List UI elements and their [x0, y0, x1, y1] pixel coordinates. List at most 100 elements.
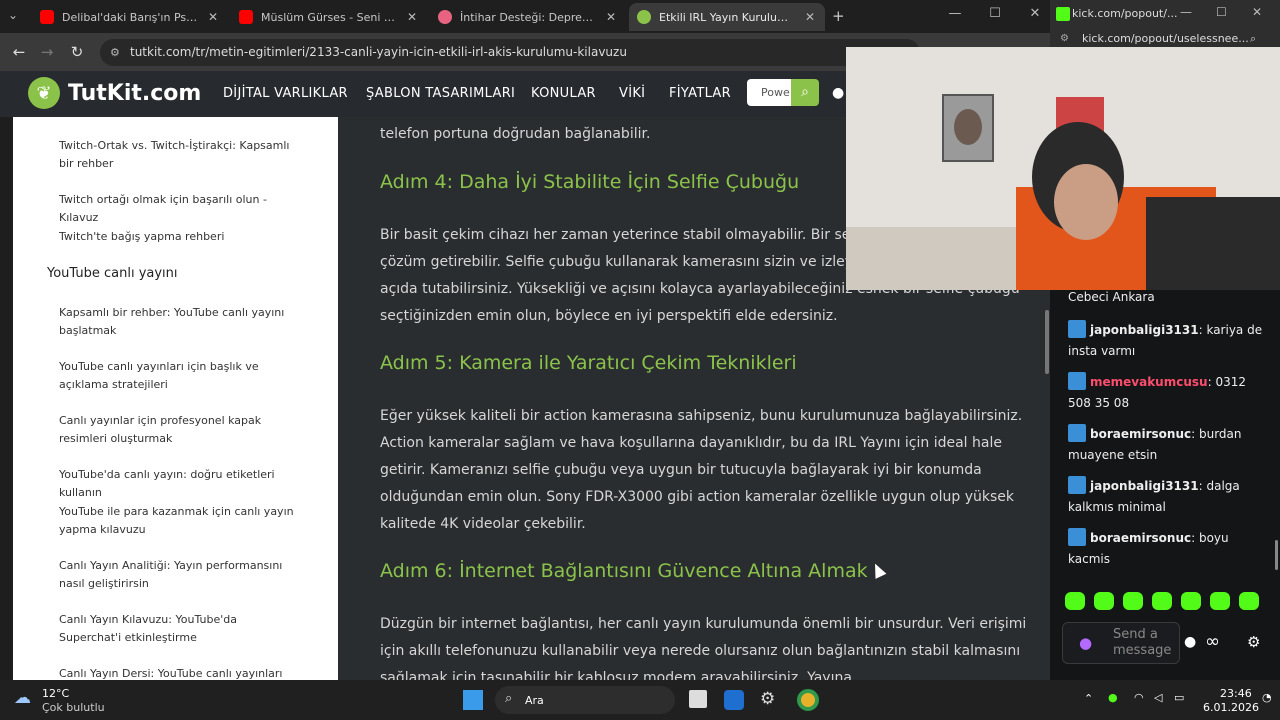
minimize-icon[interactable]: —: [1180, 5, 1192, 19]
weather-icon[interactable]: ☁: [14, 688, 31, 708]
site-header: ❦ TutKit.com DİJİTAL VARLIKLAR ŞABLON TA…: [0, 71, 847, 117]
minimize-icon[interactable]: —: [940, 6, 970, 21]
sidebar-link[interactable]: YouTube canlı yayınları için başlık ve a…: [59, 358, 299, 394]
site-search-input[interactable]: Powe: [747, 79, 791, 106]
search-icon[interactable]: ⌕: [791, 79, 819, 106]
step-4-heading: Adım 4: Daha İyi Stabilite İçin Selfie Ç…: [380, 171, 800, 193]
tab-list-chevron-icon[interactable]: ⌄: [8, 8, 18, 22]
emote-icon[interactable]: [1210, 592, 1230, 610]
app-icon[interactable]: ⚙: [760, 689, 775, 709]
notification-icon[interactable]: ◔: [1262, 691, 1272, 704]
chat-input[interactable]: ● Send a message: [1062, 622, 1180, 664]
chat-username[interactable]: japonbaligi3131: [1090, 479, 1199, 493]
new-tab-icon[interactable]: +: [832, 7, 845, 25]
task-view-icon[interactable]: [689, 690, 707, 708]
close-tab-icon[interactable]: ✕: [803, 10, 817, 24]
windows-start-icon[interactable]: [463, 690, 483, 710]
close-tab-icon[interactable]: ✕: [405, 10, 419, 24]
sidebar-link[interactable]: Canlı yayınlar için profesyonel kapak re…: [59, 412, 299, 448]
chat-message: boraemirsonuc: burdan muayene etsin: [1068, 424, 1268, 466]
popout-titlebar: kick.com/popout/... — ☐ ✕: [1050, 0, 1280, 28]
close-window-icon[interactable]: ✕: [1020, 6, 1050, 21]
tray-chevron-icon[interactable]: ⌃: [1084, 692, 1093, 705]
sidebar-link[interactable]: Canlı Yayın Kılavuzu: YouTube'da Superch…: [59, 611, 299, 647]
zoom-icon[interactable]: ⌕: [1250, 32, 1256, 46]
microphone-icon[interactable]: ●: [1079, 635, 1092, 651]
nav-topics[interactable]: KONULAR: [531, 86, 596, 101]
outlook-icon[interactable]: [724, 690, 744, 710]
sidebar-link[interactable]: Canlı Yayın Analitiği: Yayın performansı…: [59, 557, 299, 593]
nav-pricing[interactable]: FİYATLAR: [669, 86, 731, 101]
tab-title: İntihar Desteği: Depresyon Halin: [460, 10, 598, 24]
emote-icon[interactable]: [1152, 592, 1172, 610]
chat-username[interactable]: japonbaligi3131: [1090, 323, 1199, 337]
chrome-icon[interactable]: [797, 689, 819, 711]
chat-message: japonbaligi3131: kariya de insta varmı: [1068, 320, 1268, 362]
webcam-overlay: [846, 47, 1280, 290]
chat-message: memevakumcusu: 0312 508 35 08: [1068, 372, 1268, 414]
chat-message: boraemirsonuc: boyu kacmis: [1068, 528, 1268, 570]
article-paragraph: Eğer yüksek kaliteli bir action kamerası…: [380, 408, 1023, 532]
site-favicon-icon: [438, 10, 452, 24]
sidebar-link[interactable]: Twitch ortağı olmak için başarılı olun -…: [59, 191, 299, 227]
sidebar: Twitch-Ortak vs. Twitch-İştirakçi: Kapsa…: [13, 117, 338, 680]
chat-scrollbar-thumb[interactable]: [1275, 540, 1278, 570]
subscriber-badge-icon: [1068, 476, 1086, 494]
page-scrollbar-thumb[interactable]: [1045, 310, 1049, 374]
subscriber-badge-icon: [1068, 424, 1086, 442]
sidebar-link[interactable]: YouTube'da canlı yayın: doğru etiketleri…: [59, 466, 299, 502]
search-icon: ⌕: [505, 691, 513, 706]
emote-icon[interactable]: [1181, 592, 1201, 610]
user-icon[interactable]: ●: [832, 85, 844, 101]
sidebar-link[interactable]: Kapsamlı bir rehber: YouTube canlı yayın…: [59, 304, 299, 340]
maximize-icon[interactable]: ☐: [1216, 5, 1227, 19]
weather-temp[interactable]: 12°C: [42, 687, 69, 700]
nav-templates[interactable]: ŞABLON TASARIMLARI: [366, 86, 515, 101]
chat-message-text: Cebeci Ankara: [1068, 290, 1155, 304]
clock-time[interactable]: 23:46: [1220, 687, 1252, 700]
emote-icon[interactable]: [1239, 592, 1259, 610]
maximize-icon[interactable]: ☐: [980, 6, 1010, 21]
clock-date[interactable]: 6.01.2026: [1203, 701, 1259, 714]
emote-icon[interactable]: [1094, 592, 1114, 610]
youtube-icon: [239, 10, 253, 24]
close-tab-icon[interactable]: ✕: [206, 10, 220, 24]
browser-tab[interactable]: Delibal'daki Barış'ın Psikolojisi | ✕: [32, 3, 228, 31]
browser-tab[interactable]: İntihar Desteği: Depresyon Halin ✕: [430, 3, 626, 31]
infinity-icon[interactable]: ∞: [1205, 631, 1220, 652]
volume-icon[interactable]: ◁: [1154, 691, 1162, 704]
chat-scrollbar[interactable]: [1273, 290, 1279, 577]
site-info-icon[interactable]: ⚙: [110, 39, 120, 66]
sidebar-section-title[interactable]: YouTube canlı yayını: [47, 266, 178, 281]
chat-username[interactable]: boraemirsonuc: [1090, 531, 1191, 545]
emote-icon[interactable]: [1123, 592, 1143, 610]
chat-username[interactable]: memevakumcusu: [1090, 375, 1208, 389]
taskbar-search[interactable]: ⌕ Ara: [495, 686, 675, 714]
close-window-icon[interactable]: ✕: [1252, 5, 1262, 19]
back-icon[interactable]: ←: [8, 43, 30, 61]
sidebar-link[interactable]: Twitch'te bağış yapma rehberi: [59, 228, 299, 246]
browser-tab[interactable]: Müslüm Gürses - Seni Yazdım - ✕: [231, 3, 427, 31]
address-bar[interactable]: ⚙ tutkit.com/tr/metin-egitimleri/2133-ca…: [100, 39, 920, 66]
sidebar-link[interactable]: Twitch-Ortak vs. Twitch-İştirakçi: Kapsa…: [59, 137, 299, 173]
sidebar-link[interactable]: YouTube ile para kazanmak için canlı yay…: [59, 503, 299, 539]
microphone-icon[interactable]: ●: [1108, 691, 1118, 704]
emote-icon[interactable]: [1065, 592, 1085, 610]
wifi-icon[interactable]: ◠: [1134, 691, 1144, 704]
forward-icon[interactable]: →: [36, 43, 58, 61]
close-tab-icon[interactable]: ✕: [604, 10, 618, 24]
url-text: tutkit.com/tr/metin-egitimleri/2133-canl…: [130, 45, 627, 59]
nav-wiki[interactable]: VİKİ: [619, 86, 645, 101]
weather-desc[interactable]: Çok bulutlu: [42, 701, 105, 714]
gear-icon[interactable]: ⚙: [1247, 633, 1260, 651]
battery-icon[interactable]: ▭: [1174, 691, 1184, 704]
chat-username[interactable]: boraemirsonuc: [1090, 427, 1191, 441]
step-5-heading: Adım 5: Kamera ile Yaratıcı Çekim Teknik…: [380, 352, 797, 374]
taskbar: ☁ 12°C Çok bulutlu ⌕ Ara ⚙ ⌃ ● ◠ ◁ ▭ 23:…: [0, 680, 1280, 720]
emote-picker-icon[interactable]: ●: [1184, 634, 1196, 650]
site-logo[interactable]: ❦ TutKit.com: [28, 77, 201, 109]
browser-tab-active[interactable]: Etkili IRL Yayın Kurulumu: Canlı ✕: [629, 3, 825, 31]
reload-icon[interactable]: ↻: [66, 43, 88, 61]
nav-digital-assets[interactable]: DİJİTAL VARLIKLAR: [223, 86, 348, 101]
sidebar-link[interactable]: Canlı Yayın Dersi: YouTube canlı yayınla…: [59, 665, 299, 680]
